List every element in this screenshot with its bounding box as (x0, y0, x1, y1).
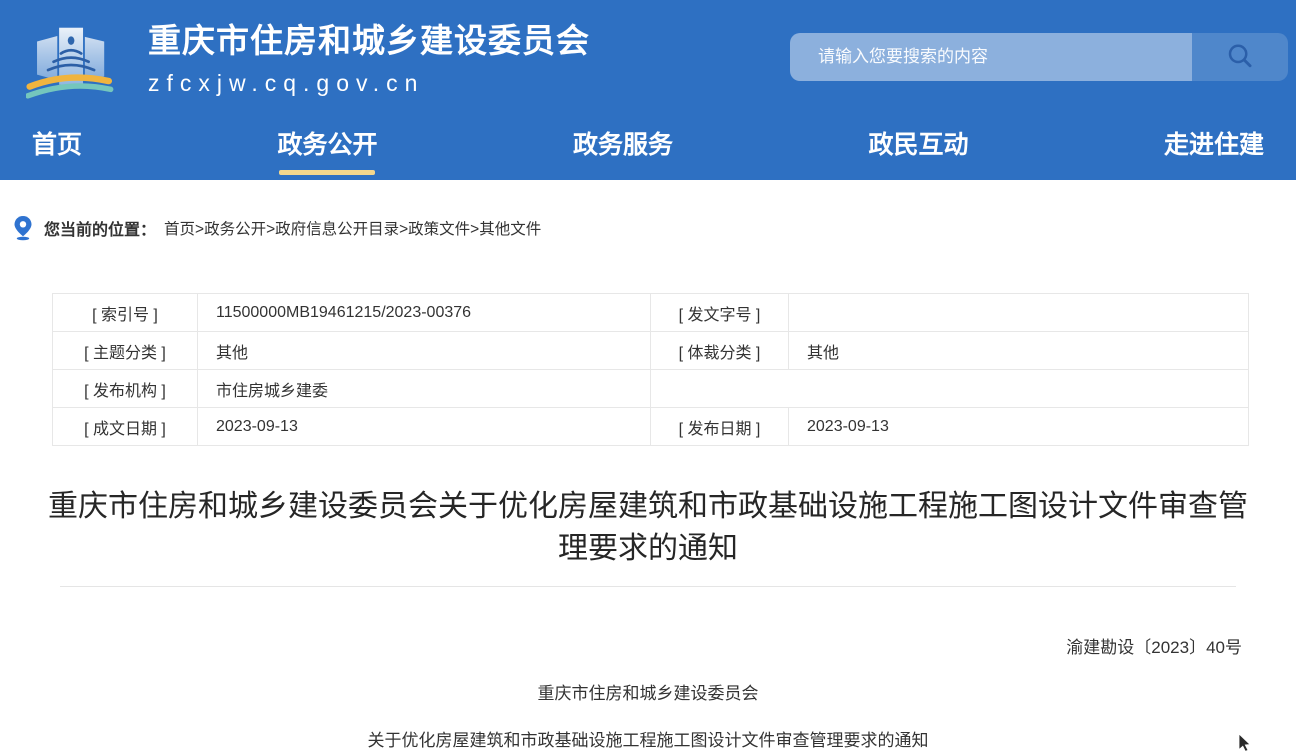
main-nav: 首页 政务公开 政务服务 政民互动 走进住建 (0, 118, 1296, 180)
page-title: 重庆市住房和城乡建设委员会关于优化房屋建筑和市政基础设施工程施工图设计文件审查管… (40, 486, 1256, 570)
table-row: [ 索引号 ] 11500000MB19461215/2023-00376 [ … (53, 294, 1249, 332)
meta-value-written-date: 2023-09-13 (198, 408, 651, 446)
meta-value-genre-class: 其他 (789, 332, 1249, 370)
meta-label-genre-class: [ 体裁分类 ] (651, 332, 789, 370)
article-sender-line: 重庆市住房和城乡建设委员会 (0, 683, 1296, 705)
meta-value-index-no: 11500000MB19461215/2023-00376 (198, 294, 651, 332)
search-bar (790, 33, 1288, 81)
nav-item-gov-services[interactable]: 政务服务 (571, 115, 675, 177)
meta-label-publish-date: [ 发布日期 ] (651, 408, 789, 446)
site-title: 重庆市住房和城乡建设委员会 (148, 21, 590, 61)
top-blue-band: 重庆市住房和城乡建设委员会 zfcxjw.cq.gov.cn 首页 政务公开 政… (0, 0, 1296, 180)
breadcrumb: 您当前的位置： 首页>政务公开>政府信息公开目录>政策文件>其他文件 (12, 214, 1296, 241)
search-button[interactable] (1192, 33, 1288, 81)
meta-label-issuing-org: [ 发布机构 ] (53, 370, 198, 408)
mouse-cursor (1238, 734, 1254, 752)
nav-item-gov-disclosure[interactable]: 政务公开 (275, 115, 379, 177)
site-header: 重庆市住房和城乡建设委员会 zfcxjw.cq.gov.cn (0, 0, 1296, 118)
document-number: 渝建勘设〔2023〕40号 (0, 633, 1296, 658)
meta-value-issuing-org: 市住房城乡建委 (198, 370, 651, 408)
nav-item-label: 政务服务 (573, 131, 673, 159)
meta-value-publish-date: 2023-09-13 (789, 408, 1249, 446)
meta-label-index-no: [ 索引号 ] (53, 294, 198, 332)
nav-item-home[interactable]: 首页 (30, 115, 84, 177)
breadcrumb-prefix: 您当前的位置： (44, 216, 156, 240)
meta-label-written-date: [ 成文日期 ] (53, 408, 198, 446)
title-divider (60, 586, 1236, 587)
site-logo-icon (26, 11, 118, 107)
meta-value-doc-symbol (789, 294, 1249, 332)
meta-label-doc-symbol: [ 发文字号 ] (651, 294, 789, 332)
nav-item-label: 走进住建 (1164, 131, 1264, 159)
meta-value-empty (789, 370, 1249, 408)
nav-item-label: 政务公开 (277, 131, 377, 159)
active-underline (279, 170, 375, 175)
document-meta-table: [ 索引号 ] 11500000MB19461215/2023-00376 [ … (52, 293, 1249, 446)
table-row: [ 成文日期 ] 2023-09-13 [ 发布日期 ] 2023-09-13 (53, 408, 1249, 446)
table-row: [ 发布机构 ] 市住房城乡建委 (53, 370, 1249, 408)
meta-label-topic-class: [ 主题分类 ] (53, 332, 198, 370)
nav-item-public-interaction[interactable]: 政民互动 (866, 115, 970, 177)
breadcrumb-path[interactable]: 首页>政务公开>政府信息公开目录>政策文件>其他文件 (164, 217, 541, 239)
meta-label-empty (651, 370, 789, 408)
nav-item-about[interactable]: 走进住建 (1162, 115, 1266, 177)
location-pin-icon (12, 214, 34, 241)
table-row: [ 主题分类 ] 其他 [ 体裁分类 ] 其他 (53, 332, 1249, 370)
nav-item-label: 首页 (32, 131, 82, 159)
search-input[interactable] (790, 33, 1192, 81)
site-brand: 重庆市住房和城乡建设委员会 zfcxjw.cq.gov.cn (148, 21, 590, 97)
site-url: zfcxjw.cq.gov.cn (148, 70, 590, 97)
magnifier-icon (1225, 42, 1255, 72)
nav-item-label: 政民互动 (868, 131, 968, 159)
meta-value-topic-class: 其他 (198, 332, 651, 370)
